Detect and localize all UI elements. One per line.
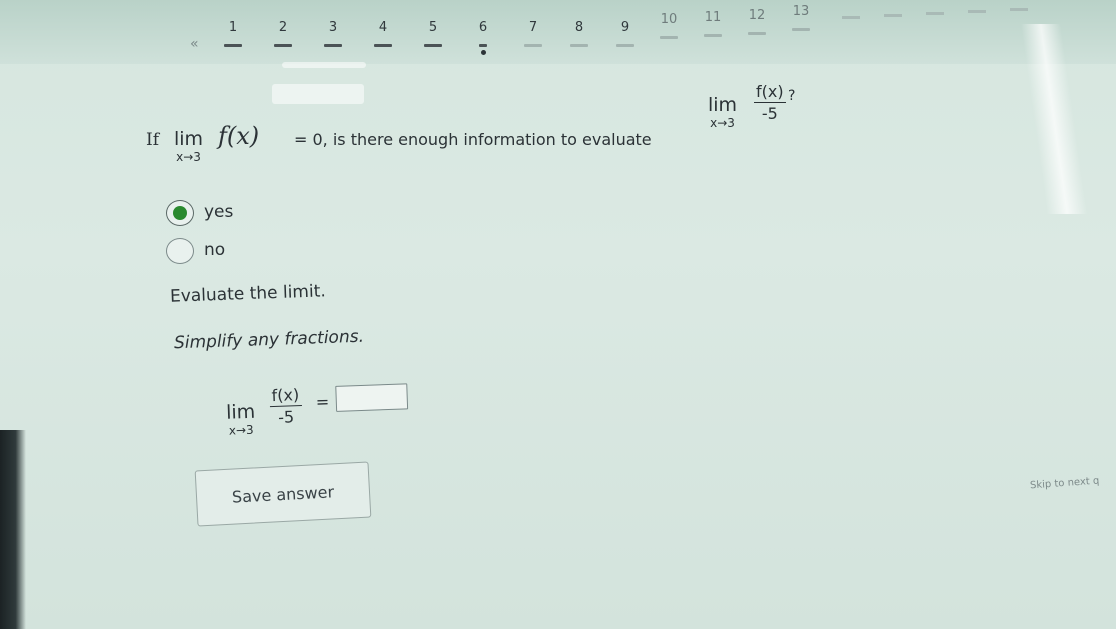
fraction: f(x) -5 <box>754 82 786 123</box>
evaluate-instruction: Evaluate the limit. <box>169 281 327 307</box>
nav-item-placeholder[interactable] <box>1010 8 1028 11</box>
quiz-screen: « 1 2 3 4 5 6 7 8 9 10 11 12 13 If lim x… <box>0 0 1116 629</box>
nav-item-1[interactable]: 1 <box>218 20 248 47</box>
nav-item-2[interactable]: 2 <box>268 20 298 47</box>
nav-item-placeholder[interactable] <box>968 10 986 13</box>
nav-item-4[interactable]: 4 <box>368 20 398 47</box>
save-answer-button[interactable]: Save answer <box>194 461 372 527</box>
answer-input[interactable] <box>335 383 409 412</box>
nav-item-3[interactable]: 3 <box>318 20 348 47</box>
nav-item-placeholder[interactable] <box>926 12 944 15</box>
previous-page-icon[interactable]: « <box>190 36 199 52</box>
nav-item-12[interactable]: 12 <box>742 8 772 35</box>
question-if: If <box>146 130 160 150</box>
limit-expression: lim x→3 <box>225 400 256 438</box>
nav-item-8[interactable]: 8 <box>564 20 594 47</box>
limit-expression: lim x→3 <box>708 94 738 130</box>
nav-item-13[interactable]: 13 <box>786 4 816 31</box>
nav-item-5[interactable]: 5 <box>418 20 448 47</box>
glare <box>282 62 366 68</box>
screen-bezel <box>0 430 26 629</box>
nav-item-6-current[interactable]: 6 <box>468 20 498 55</box>
fraction: f(x) -5 <box>269 385 302 427</box>
nav-item-placeholder[interactable] <box>842 16 860 19</box>
function-fx: f(x) <box>218 122 260 150</box>
question-nav: « 1 2 3 4 5 6 7 8 9 10 11 12 13 <box>190 4 1090 56</box>
nav-item-placeholder[interactable] <box>884 14 902 17</box>
nav-item-7[interactable]: 7 <box>518 20 548 47</box>
simplify-instruction: Simplify any fractions. <box>173 326 365 354</box>
answer-expression: lim x→3 f(x) -5 = <box>221 368 443 446</box>
option-label: yes <box>204 202 234 222</box>
radio-selected-icon[interactable] <box>166 200 194 226</box>
radio-empty-icon[interactable] <box>166 238 194 264</box>
nav-item-10[interactable]: 10 <box>654 12 684 39</box>
nav-item-9[interactable]: 9 <box>610 20 640 47</box>
equals-zero: = 0 <box>294 130 323 149</box>
glare <box>272 84 364 104</box>
current-indicator-icon <box>480 50 486 55</box>
limit-expression: lim x→3 <box>174 128 204 164</box>
nav-item-11[interactable]: 11 <box>698 10 728 37</box>
skip-to-next-link[interactable]: Skip to next q <box>1030 476 1100 492</box>
question-mark: ? <box>788 88 796 104</box>
option-label: no <box>204 240 226 260</box>
question-text: , is there enough information to evaluat… <box>322 130 652 149</box>
equals-sign: = <box>315 392 330 412</box>
